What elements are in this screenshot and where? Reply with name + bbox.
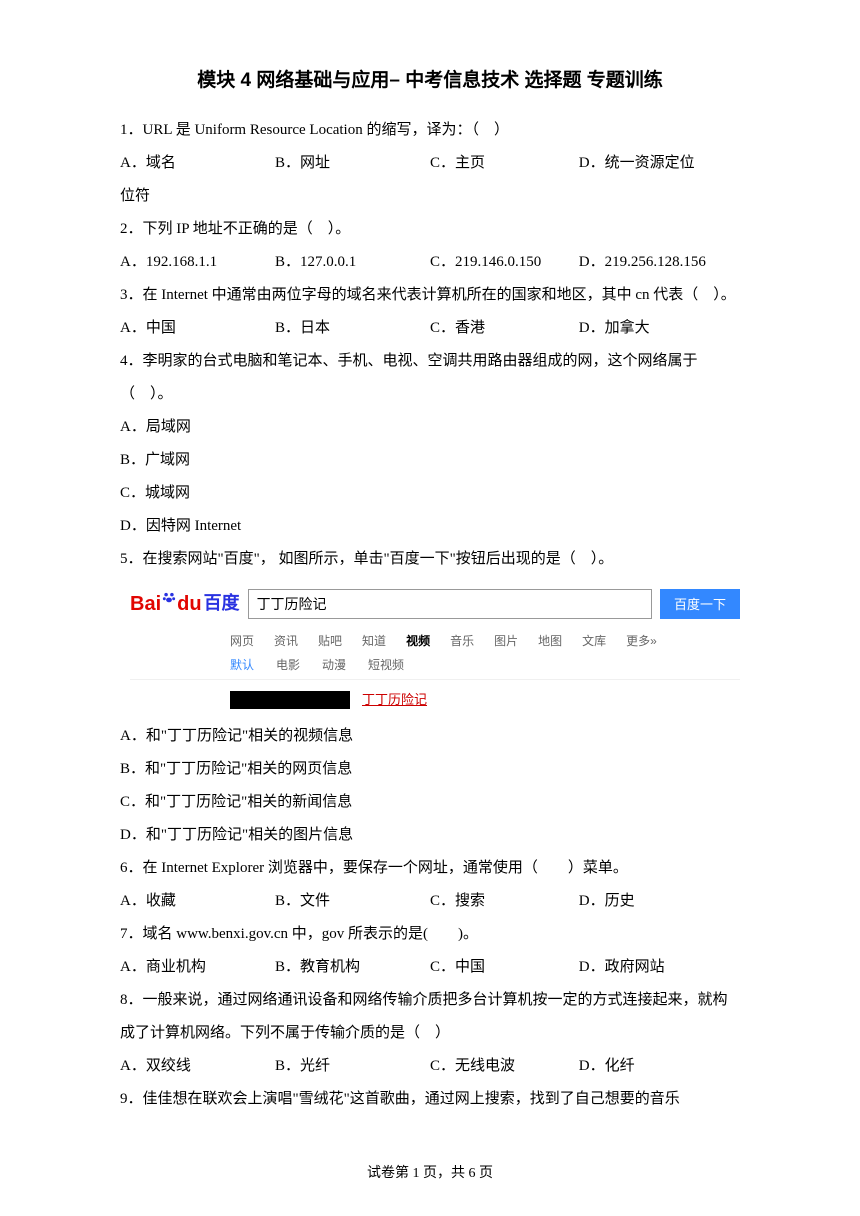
q7-options: A．商业机构 B．教育机构 C．中国 D．政府网站 <box>120 951 740 984</box>
tab-map[interactable]: 地图 <box>538 630 562 653</box>
q4-opt-a: A．局域网 <box>120 411 740 444</box>
paw-icon <box>162 584 176 615</box>
q6-options: A．收藏 B．文件 C．搜索 D．历史 <box>120 885 740 918</box>
q2-options: A．192.168.1.1 B．127.0.0.1 C．219.146.0.15… <box>120 246 740 279</box>
q4-opt-b: B．广域网 <box>120 444 740 477</box>
tab-tieba[interactable]: 贴吧 <box>318 630 342 653</box>
subtab-movie[interactable]: 电影 <box>276 653 300 677</box>
logo-bai: Bai <box>130 582 161 626</box>
q6-opt-b: B．文件 <box>275 885 430 918</box>
result-title[interactable]: 丁丁历险记 <box>362 686 427 715</box>
q7-opt-a: A．商业机构 <box>120 951 275 984</box>
q4-opt-d: D．因特网 Internet <box>120 510 740 543</box>
q1-opt-d: D．统一资源定位 <box>579 147 740 180</box>
q8-opt-a: A．双绞线 <box>120 1050 275 1083</box>
baidu-screenshot: Bai du 百度 百度一下 网页 资讯 贴吧 知道 视频 音乐 图片 地图 文… <box>120 582 740 714</box>
q8-opt-c: C．无线电波 <box>430 1050 579 1083</box>
search-input[interactable] <box>248 589 652 619</box>
q1-cont: 位符 <box>120 180 740 213</box>
tab-zhidao[interactable]: 知道 <box>362 630 386 653</box>
q5-opt-c: C．和"丁丁历险记"相关的新闻信息 <box>120 786 740 819</box>
q6-opt-d: D．历史 <box>579 885 740 918</box>
q3-opt-a: A．中国 <box>120 312 275 345</box>
q2-opt-c: C．219.146.0.150 <box>430 246 579 279</box>
q1-stem: 1．URL 是 Uniform Resource Location 的缩写，译为… <box>120 114 740 147</box>
logo-du: du <box>177 582 201 626</box>
subtab-anime[interactable]: 动漫 <box>322 653 346 677</box>
page-title: 模块 4 网络基础与应用– 中考信息技术 选择题 专题训练 <box>120 60 740 102</box>
tab-web[interactable]: 网页 <box>230 630 254 653</box>
q5-opt-b: B．和"丁丁历险记"相关的网页信息 <box>120 753 740 786</box>
q2-opt-b: B．127.0.0.1 <box>275 246 430 279</box>
search-button[interactable]: 百度一下 <box>660 589 740 619</box>
q8-options: A．双绞线 B．光纤 C．无线电波 D．化纤 <box>120 1050 740 1083</box>
q5-opt-a: A．和"丁丁历险记"相关的视频信息 <box>120 720 740 753</box>
q4-opt-c: C．城域网 <box>120 477 740 510</box>
q7-opt-d: D．政府网站 <box>579 951 740 984</box>
q2-stem: 2．下列 IP 地址不正确的是（ ）。 <box>120 213 740 246</box>
q7-stem: 7．域名 www.benxi.gov.cn 中，gov 所表示的是( )。 <box>120 918 740 951</box>
q1-options: A．域名 B．网址 C．主页 D．统一资源定位 <box>120 147 740 180</box>
q2-opt-d: D．219.256.128.156 <box>579 246 740 279</box>
logo-cn: 百度 <box>204 584 240 624</box>
q7-opt-c: C．中国 <box>430 951 579 984</box>
subtab-short[interactable]: 短视频 <box>368 653 404 677</box>
q8-opt-b: B．光纤 <box>275 1050 430 1083</box>
q3-opt-c: C．香港 <box>430 312 579 345</box>
q4-stem: 4．李明家的台式电脑和笔记本、手机、电视、空调共用路由器组成的网，这个网络属于（… <box>120 345 740 411</box>
q2-opt-a: A．192.168.1.1 <box>120 246 275 279</box>
q6-opt-c: C．搜索 <box>430 885 579 918</box>
tab-music[interactable]: 音乐 <box>450 630 474 653</box>
q5-stem: 5．在搜索网站"百度"， 如图所示，单击"百度一下"按钮后出现的是（ ）。 <box>120 543 740 576</box>
q6-stem: 6．在 Internet Explorer 浏览器中，要保存一个网址，通常使用（… <box>120 852 740 885</box>
tab-more[interactable]: 更多» <box>626 630 657 653</box>
baidu-logo: Bai du 百度 <box>130 582 240 626</box>
tab-video[interactable]: 视频 <box>406 630 430 653</box>
q1-opt-a: A．域名 <box>120 147 275 180</box>
tab-news[interactable]: 资讯 <box>274 630 298 653</box>
subtab-default[interactable]: 默认 <box>230 653 254 677</box>
result-thumbnail[interactable] <box>230 691 350 709</box>
q3-opt-d: D．加拿大 <box>579 312 740 345</box>
q9-stem: 9．佳佳想在联欢会上演唱"雪绒花"这首歌曲，通过网上搜索，找到了自己想要的音乐 <box>120 1083 740 1116</box>
q8-stem: 8．一般来说，通过网络通讯设备和网络传输介质把多台计算机按一定的方式连接起来，就… <box>120 984 740 1050</box>
q1-opt-c: C．主页 <box>430 147 579 180</box>
q5-opt-d: D．和"丁丁历险记"相关的图片信息 <box>120 819 740 852</box>
q8-opt-d: D．化纤 <box>579 1050 740 1083</box>
q1-opt-b: B．网址 <box>275 147 430 180</box>
tab-wenku[interactable]: 文库 <box>582 630 606 653</box>
q3-stem: 3．在 Internet 中通常由两位字母的域名来代表计算机所在的国家和地区，其… <box>120 279 740 312</box>
baidu-tabs: 网页 资讯 贴吧 知道 视频 音乐 图片 地图 文库 更多» <box>130 630 740 653</box>
q7-opt-b: B．教育机构 <box>275 951 430 984</box>
baidu-result: 丁丁历险记 <box>130 686 740 715</box>
tab-image[interactable]: 图片 <box>494 630 518 653</box>
page-footer: 试卷第 1 页，共 6 页 <box>0 1159 860 1190</box>
q3-options: A．中国 B．日本 C．香港 D．加拿大 <box>120 312 740 345</box>
baidu-subtabs: 默认 电影 动漫 短视频 <box>130 653 740 680</box>
q3-opt-b: B．日本 <box>275 312 430 345</box>
q6-opt-a: A．收藏 <box>120 885 275 918</box>
